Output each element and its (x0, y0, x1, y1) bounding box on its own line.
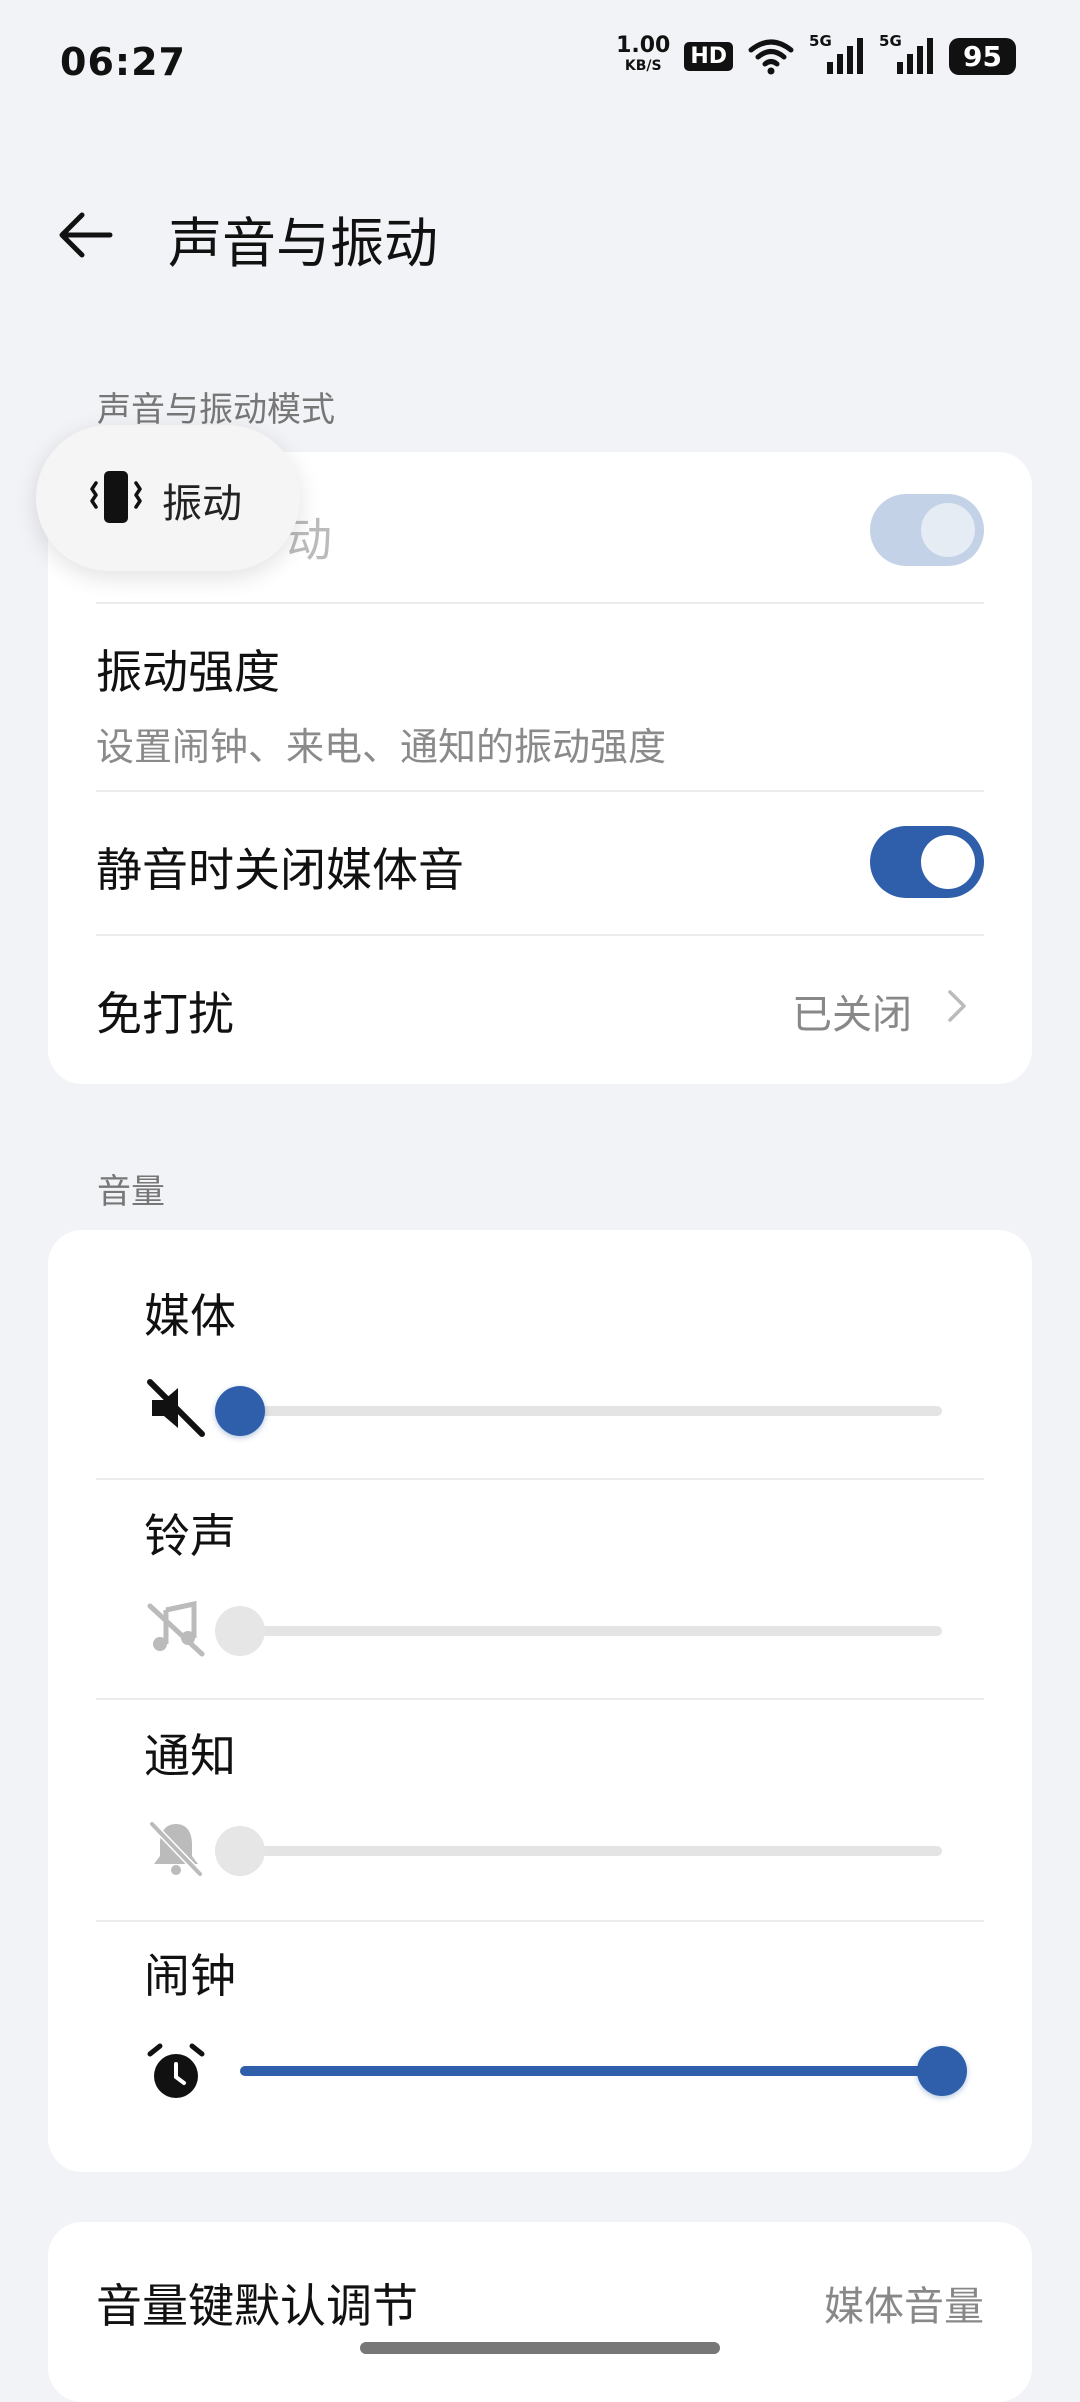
chevron-right-icon (948, 990, 966, 1022)
mute-media-title: 静音时关闭媒体音 (96, 843, 464, 897)
mute-media-toggle[interactable] (870, 826, 984, 898)
signal-sim1: 5G (809, 32, 865, 76)
home-indicator[interactable] (360, 2342, 720, 2354)
divider (96, 934, 984, 936)
section-label-mode: 声音与振动模式 (97, 390, 335, 430)
status-icons: 1.00 KB/S HD 5G 5G 95 (616, 32, 1016, 76)
signal-bars-icon (897, 38, 934, 74)
do-not-disturb-value: 已关闭 (792, 992, 912, 1038)
app-bar: 声音与振动 (0, 185, 1080, 285)
battery-indicator: 95 (949, 37, 1016, 75)
volume-notification-slider[interactable] (215, 1826, 942, 1876)
volume-media: 媒体 (96, 1230, 1032, 1450)
toggle-knob (921, 503, 975, 557)
toast-label: 振动 (162, 481, 242, 527)
divider (96, 602, 984, 604)
volume-media-title: 媒体 (144, 1289, 236, 1343)
media-muted-icon (147, 1379, 205, 1437)
hd-badge: HD (684, 41, 734, 71)
vibrate-toggle[interactable] (870, 494, 984, 566)
volume-alarm-title: 闹钟 (144, 1949, 236, 2003)
page-title: 声音与振动 (168, 212, 438, 275)
divider (96, 790, 984, 792)
volume-alarm-slider[interactable] (240, 2046, 967, 2096)
volume-ringtone-slider[interactable] (215, 1606, 942, 1656)
arrow-left-icon (59, 212, 113, 258)
vibration-intensity-row[interactable]: 振动强度 设置闹钟、来电、通知的振动强度 (96, 636, 984, 771)
network-speed: 1.00 KB/S (616, 33, 671, 76)
slider-thumb[interactable] (917, 2046, 967, 2096)
vibration-intensity-subtitle: 设置闹钟、来电、通知的振动强度 (96, 725, 667, 769)
vibration-intensity-title: 振动强度 (96, 645, 280, 699)
signal-bars-icon (827, 38, 864, 74)
volume-media-slider[interactable] (215, 1386, 942, 1436)
signal-sim2: 5G (879, 32, 935, 76)
mode-toast: 振动 (36, 425, 300, 571)
volume-ringtone: 铃声 (96, 1450, 1032, 1670)
volume-notification-title: 通知 (144, 1729, 236, 1783)
status-bar: 06:27 1.00 KB/S HD 5G 5G 95 (0, 0, 1080, 130)
volume-card: 媒体 铃声 通知 闹钟 (48, 1230, 1032, 2172)
volume-key-value: 媒体音量 (824, 2284, 984, 2330)
network-speed-value: 1.00 (616, 33, 671, 58)
status-time: 06:27 (60, 40, 186, 84)
ringtone-off-icon (147, 1600, 205, 1657)
slider-thumb[interactable] (215, 1606, 265, 1656)
volume-alarm: 闹钟 (96, 1890, 1032, 2110)
toggle-knob (921, 835, 975, 889)
section-label-volume: 音量 (97, 1172, 165, 1212)
vibrate-icon (90, 471, 142, 523)
volume-ringtone-title: 铃声 (144, 1509, 236, 1563)
alarm-clock-icon (147, 2043, 205, 2098)
back-button[interactable] (48, 195, 128, 275)
volume-key-card[interactable]: 音量键默认调节 媒体音量 (48, 2222, 1032, 2402)
slider-thumb[interactable] (215, 1826, 265, 1876)
mute-media-row[interactable]: 静音时关闭媒体音 (96, 834, 984, 900)
slider-thumb[interactable] (215, 1386, 265, 1436)
slider-fill (240, 2066, 942, 2076)
volume-notification: 通知 (96, 1670, 1032, 1890)
wifi-icon (748, 39, 794, 75)
network-speed-unit: KB/S (624, 58, 662, 74)
notification-off-icon (148, 1820, 204, 1878)
